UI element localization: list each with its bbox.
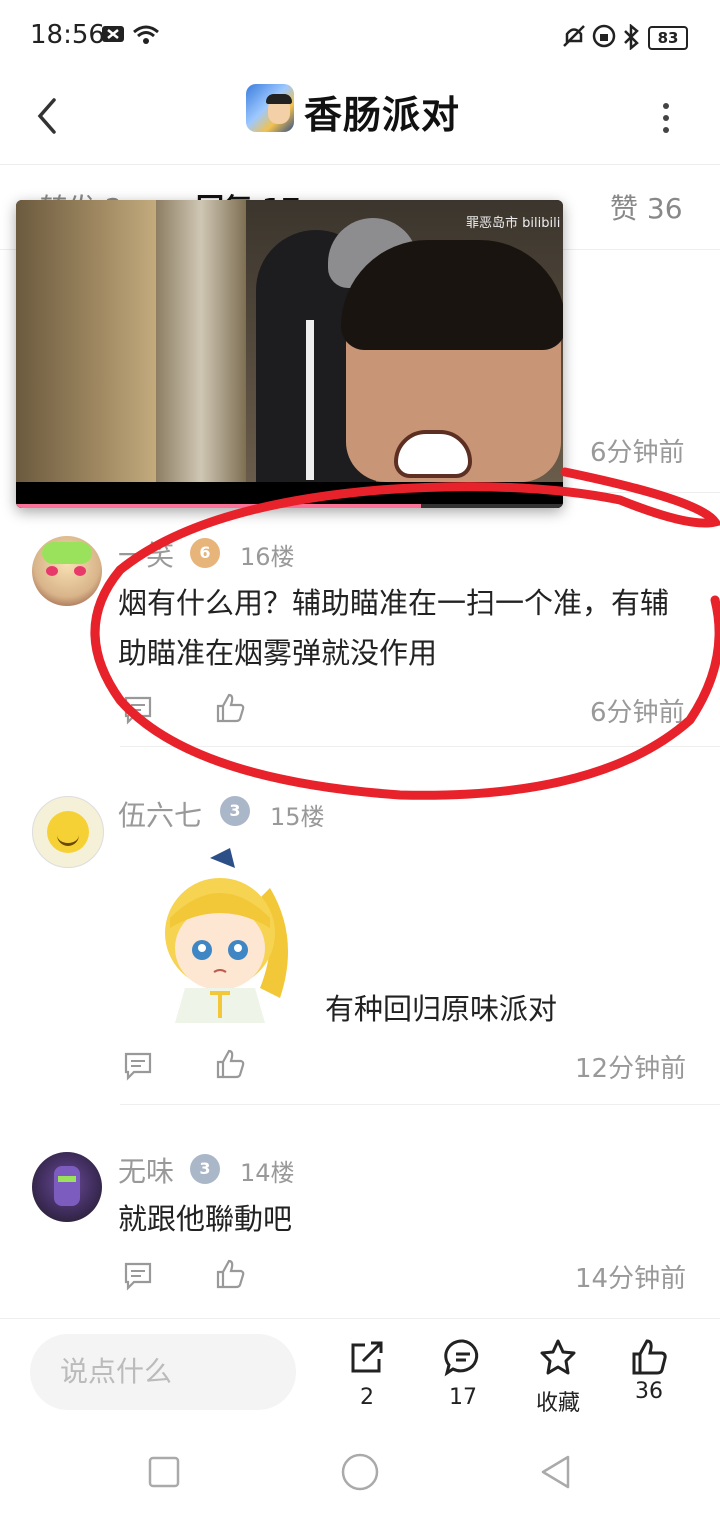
wifi-icon: [133, 25, 159, 44]
nav-square-icon[interactable]: [148, 1456, 180, 1488]
status-time: 18:56: [30, 20, 105, 50]
like-button[interactable]: 36: [614, 1337, 684, 1404]
comment-text: 有种回归原味派对: [325, 992, 558, 1026]
mute-bell-icon: [563, 25, 585, 47]
sticker-image[interactable]: [150, 848, 300, 1028]
bluetooth-icon: [624, 24, 639, 50]
comment-input[interactable]: 说点什么: [30, 1334, 296, 1410]
like-icon[interactable]: [214, 1048, 246, 1080]
comment-time: 6分钟前: [590, 438, 685, 468]
comment-text: 就跟他聯動吧: [118, 1202, 293, 1236]
level-badge: 3: [220, 796, 250, 826]
username[interactable]: 伍六七: [118, 794, 202, 834]
video-face-hair: [341, 240, 563, 350]
like-icon[interactable]: [214, 1258, 246, 1290]
floating-video-player[interactable]: 罪恶岛市 bilibili: [16, 200, 563, 508]
comment-icon[interactable]: [122, 1260, 154, 1292]
system-nav-bar: [0, 1428, 720, 1520]
avatar[interactable]: [32, 1152, 102, 1222]
comment-icon: [444, 1339, 479, 1377]
floor-number: 15楼: [270, 803, 325, 831]
like-count: 36: [635, 1379, 663, 1404]
divider: [120, 1104, 720, 1105]
floor-number: 16楼: [240, 543, 295, 571]
video-watermark: 罪恶岛市 bilibili: [466, 216, 561, 231]
favorite-button[interactable]: 收藏: [523, 1337, 593, 1417]
rotation-lock-icon: [592, 24, 616, 48]
video-frame-light: [156, 200, 246, 482]
comment-button[interactable]: 17: [428, 1337, 498, 1410]
video-strap: [306, 320, 314, 480]
page-title: 香肠派对: [304, 93, 461, 137]
nav-circle-icon[interactable]: [340, 1452, 380, 1492]
back-icon[interactable]: [28, 92, 68, 140]
comment-time: 6分钟前: [590, 698, 685, 728]
favorite-label: 收藏: [535, 1391, 580, 1416]
comment-icon[interactable]: [122, 694, 154, 726]
notification-x-icon: [102, 26, 124, 42]
share-count: 2: [360, 1385, 374, 1410]
status-bar: 18:56 83: [0, 0, 720, 72]
video-frame: [16, 200, 156, 482]
bottom-action-bar: 说点什么 2 17 收藏 36: [0, 1318, 720, 1429]
comment-time: 14分钟前: [575, 1264, 687, 1294]
more-icon[interactable]: [650, 96, 682, 140]
video-mouth: [394, 430, 472, 478]
comment-count: 17: [449, 1385, 477, 1410]
share-button[interactable]: 2: [332, 1337, 402, 1410]
divider: [120, 746, 720, 747]
top-header: 香肠派对: [0, 72, 720, 165]
comment-time: 12分钟前: [575, 1054, 687, 1084]
avatar[interactable]: [32, 796, 104, 868]
nav-back-icon[interactable]: [538, 1454, 574, 1490]
tab-likes[interactable]: 赞 36: [610, 187, 683, 227]
video-progress-fill: [16, 504, 421, 508]
like-icon: [632, 1339, 667, 1375]
favorite-icon: [540, 1339, 576, 1375]
comment-text: 烟有什么用？辅助瞄准在一扫一个准，有辅助瞄准在烟雾弹就没作用: [118, 586, 670, 670]
username[interactable]: 无味: [118, 1150, 174, 1190]
battery-indicator: 83: [648, 26, 688, 50]
share-icon: [351, 1341, 383, 1373]
username[interactable]: 一笑: [118, 534, 174, 574]
floor-number: 14楼: [240, 1159, 295, 1187]
app-icon: [246, 84, 294, 132]
avatar[interactable]: [32, 536, 102, 606]
comment-icon[interactable]: [122, 1050, 154, 1082]
like-icon[interactable]: [214, 692, 246, 724]
level-badge: 3: [190, 1154, 220, 1184]
level-badge: 6: [190, 538, 220, 568]
